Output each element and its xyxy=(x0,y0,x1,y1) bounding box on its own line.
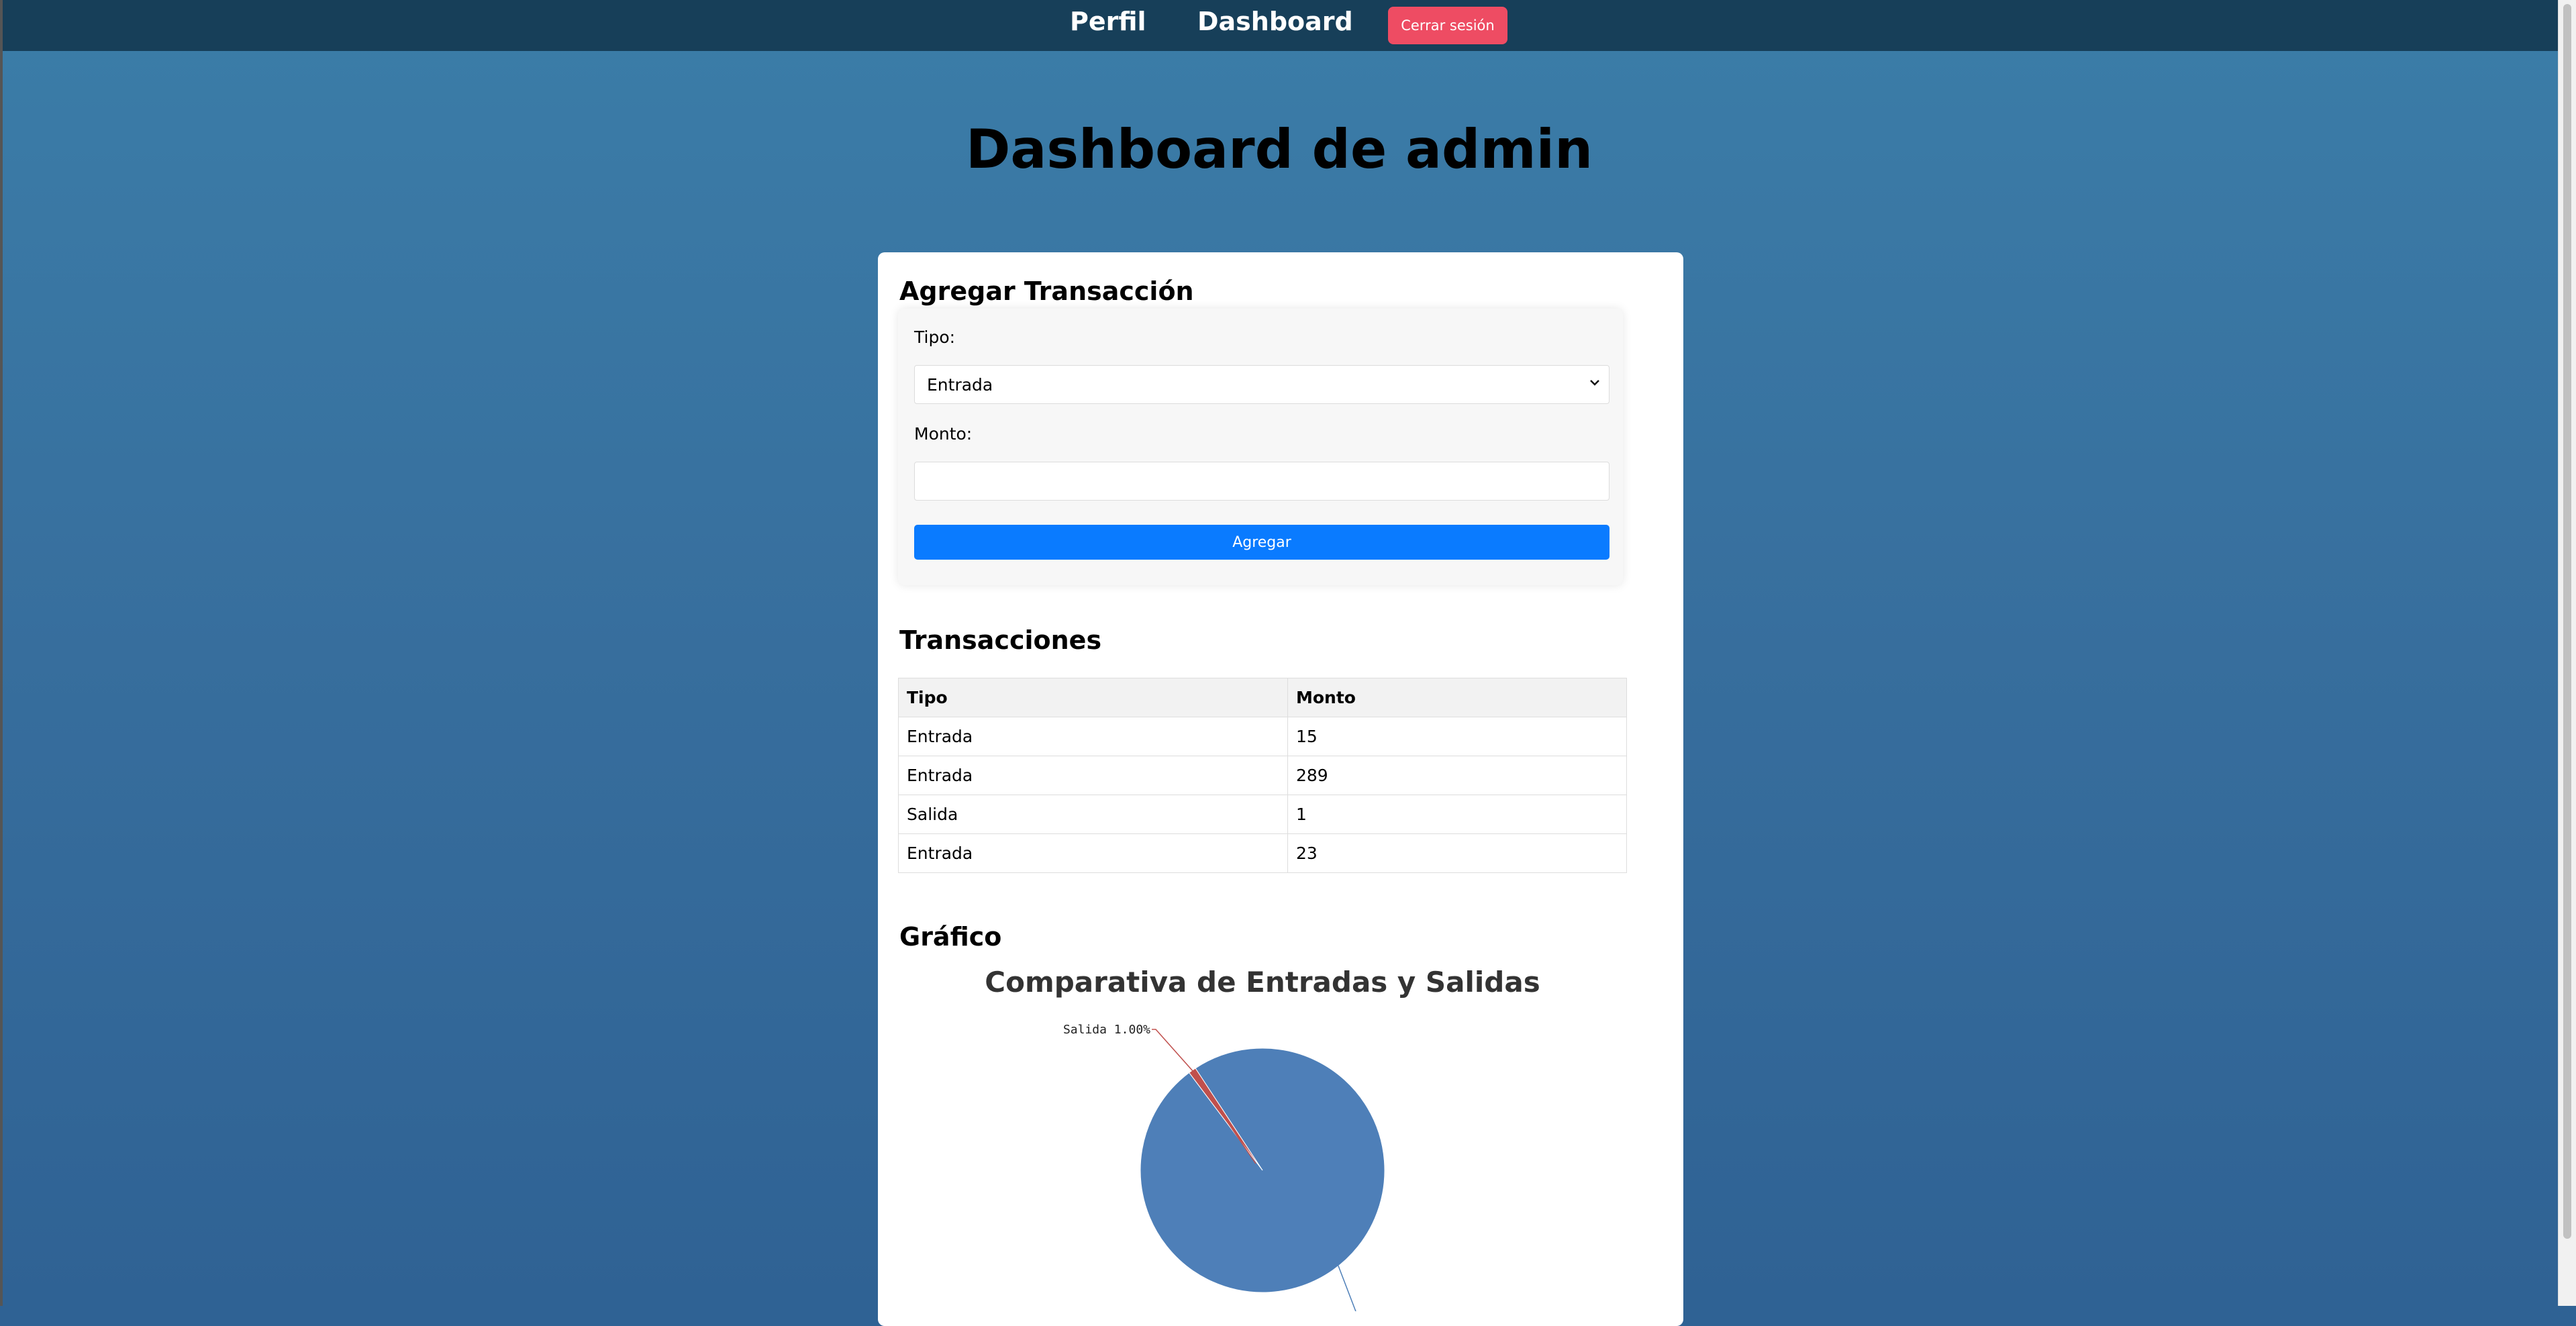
cell-tipo: Entrada xyxy=(898,717,1288,756)
column-header-tipo: Tipo xyxy=(898,678,1288,717)
table-row: Entrada 15 xyxy=(898,717,1627,756)
transactions-table: Tipo Monto Entrada 15 Entrada 289 Salida… xyxy=(898,678,1627,873)
amount-label: Monto: xyxy=(914,424,973,444)
pie-chart: Comparativa de Entradas y Salidas Salida… xyxy=(985,966,1540,1311)
pie-data-label: Salida 1.00% xyxy=(1063,1023,1150,1037)
table-header-row: Tipo Monto xyxy=(898,678,1627,717)
chevron-down-icon xyxy=(1590,380,1599,386)
cell-tipo: Entrada xyxy=(898,756,1288,795)
pie-label-connector xyxy=(1338,1265,1356,1311)
chart-title: Comparativa de Entradas y Salidas xyxy=(985,966,1540,999)
cell-monto: 23 xyxy=(1287,833,1627,873)
vertical-scrollbar[interactable] xyxy=(2558,0,2576,1306)
cell-tipo: Entrada xyxy=(898,833,1288,873)
transactions-title: Transacciones xyxy=(899,625,1102,655)
top-navbar: Perfil Dashboard Cerrar sesión xyxy=(3,0,2559,51)
page-title: Dashboard de admin xyxy=(965,118,1593,181)
main-card: Agregar Transacción Tipo: Entrada Monto:… xyxy=(878,252,1683,1326)
nav-link-dashboard[interactable]: Dashboard xyxy=(1197,7,1353,36)
cell-monto: 289 xyxy=(1287,756,1627,795)
type-select-value: Entrada xyxy=(927,375,993,395)
window-edge xyxy=(0,0,3,1306)
cell-tipo: Salida xyxy=(898,795,1288,834)
column-header-monto: Monto xyxy=(1287,678,1627,717)
amount-input[interactable] xyxy=(914,462,1609,501)
transaction-form: Tipo: Entrada Monto: Agregar xyxy=(898,309,1623,585)
table-row: Salida 1 xyxy=(898,795,1627,834)
logout-button[interactable]: Cerrar sesión xyxy=(1388,7,1507,44)
table-row: Entrada 23 xyxy=(898,833,1627,873)
table-row: Entrada 289 xyxy=(898,756,1627,795)
cell-monto: 1 xyxy=(1287,795,1627,834)
type-select[interactable]: Entrada xyxy=(914,365,1609,404)
chart-section-title: Gráfico xyxy=(899,922,1002,952)
type-label: Tipo: xyxy=(914,327,956,347)
add-transaction-title: Agregar Transacción xyxy=(899,276,1194,306)
nav-link-perfil[interactable]: Perfil xyxy=(1070,7,1146,36)
cell-monto: 15 xyxy=(1287,717,1627,756)
scrollbar-thumb[interactable] xyxy=(2563,4,2571,1239)
add-button[interactable]: Agregar xyxy=(914,525,1609,560)
